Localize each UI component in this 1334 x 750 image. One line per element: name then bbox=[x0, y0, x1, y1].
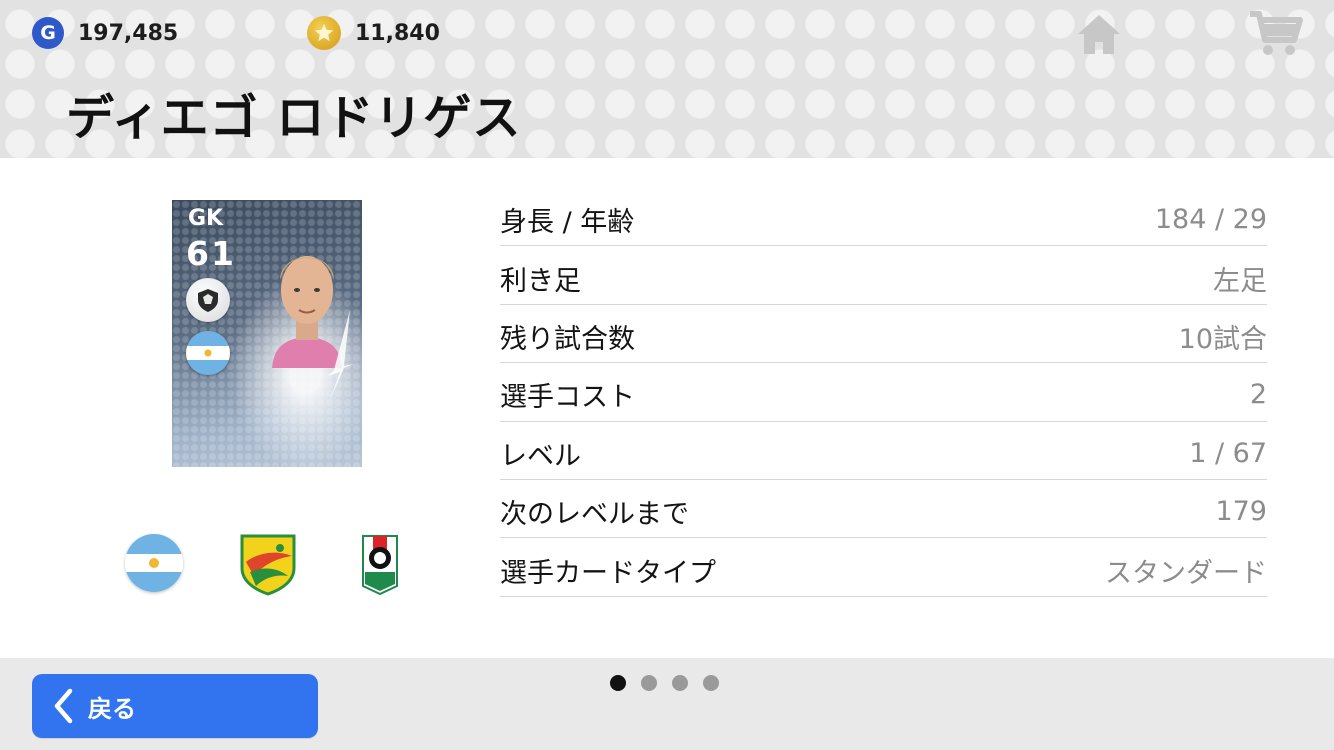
gp-amount: 197,485 bbox=[78, 20, 179, 46]
player-card[interactable]: GK 61 bbox=[172, 200, 362, 467]
gp-coin-icon: G bbox=[32, 17, 64, 49]
page-dot[interactable] bbox=[641, 675, 657, 691]
nationality-flag-icon bbox=[125, 534, 183, 592]
league-emblem-icon bbox=[355, 532, 405, 596]
stat-value: 左足 bbox=[1213, 265, 1267, 297]
stat-row-remaining-matches: 残り試合数 10試合 bbox=[500, 305, 1267, 364]
stat-value: 179 bbox=[1215, 496, 1267, 528]
stat-label: 選手コスト bbox=[500, 382, 635, 414]
back-button-label: 戻る bbox=[88, 694, 136, 723]
coin-balance: 11,840 bbox=[307, 16, 440, 50]
page-indicator bbox=[610, 675, 719, 691]
stat-label: 次のレベルまで bbox=[500, 499, 689, 531]
stat-value: 10試合 bbox=[1178, 323, 1267, 355]
footer: 戻る bbox=[0, 658, 1334, 750]
stat-row-level: レベル 1 / 67 bbox=[500, 422, 1267, 480]
chevron-left-icon bbox=[52, 688, 74, 724]
stat-value: 2 bbox=[1249, 379, 1267, 411]
club-emblem-icon bbox=[238, 532, 298, 596]
stat-row-next-level: 次のレベルまで 179 bbox=[500, 480, 1267, 539]
cart-icon[interactable] bbox=[1248, 10, 1304, 58]
stat-label: 身長 / 年齢 bbox=[500, 207, 635, 239]
stat-row-card-type: 選手カードタイプ スタンダード bbox=[500, 538, 1267, 597]
page-dot[interactable] bbox=[703, 675, 719, 691]
stat-value: 184 / 29 bbox=[1154, 204, 1267, 236]
stat-value: スタンダード bbox=[1105, 557, 1267, 589]
club-crest-icon bbox=[186, 278, 230, 322]
gp-balance: G 197,485 bbox=[32, 16, 178, 50]
page-dot[interactable] bbox=[672, 675, 688, 691]
card-rating: 61 bbox=[186, 234, 236, 273]
stat-label: 利き足 bbox=[500, 265, 581, 297]
stat-label: 選手カードタイプ bbox=[500, 557, 716, 589]
home-icon[interactable] bbox=[1075, 12, 1123, 56]
star-coin-icon bbox=[307, 16, 341, 50]
player-stats-table: 身長 / 年齢 184 / 29 利き足 左足 残り試合数 10試合 選手コスト… bbox=[500, 188, 1267, 597]
stat-row-player-cost: 選手コスト 2 bbox=[500, 363, 1267, 422]
coin-amount: 11,840 bbox=[355, 20, 440, 46]
stat-row-stronger-foot: 利き足 左足 bbox=[500, 246, 1267, 305]
back-button[interactable]: 戻る bbox=[32, 674, 318, 738]
stat-value: 1 / 67 bbox=[1189, 437, 1267, 469]
card-flare bbox=[300, 310, 360, 400]
player-detail-panel: GK 61 身長 / 年齢 184 / 29 利き足 左足 残り試合数 10試合… bbox=[0, 158, 1334, 658]
stat-label: レベル bbox=[500, 440, 581, 472]
page-title: ディエゴ ロドリゲス bbox=[66, 90, 522, 146]
card-position: GK bbox=[188, 206, 224, 231]
stat-row-height-age: 身長 / 年齢 184 / 29 bbox=[500, 188, 1267, 247]
header: G 197,485 11,840 ディエゴ ロドリゲス bbox=[0, 0, 1334, 158]
page-dot[interactable] bbox=[610, 675, 626, 691]
stat-label: 残り試合数 bbox=[500, 323, 635, 355]
argentina-flag-icon bbox=[186, 331, 230, 375]
